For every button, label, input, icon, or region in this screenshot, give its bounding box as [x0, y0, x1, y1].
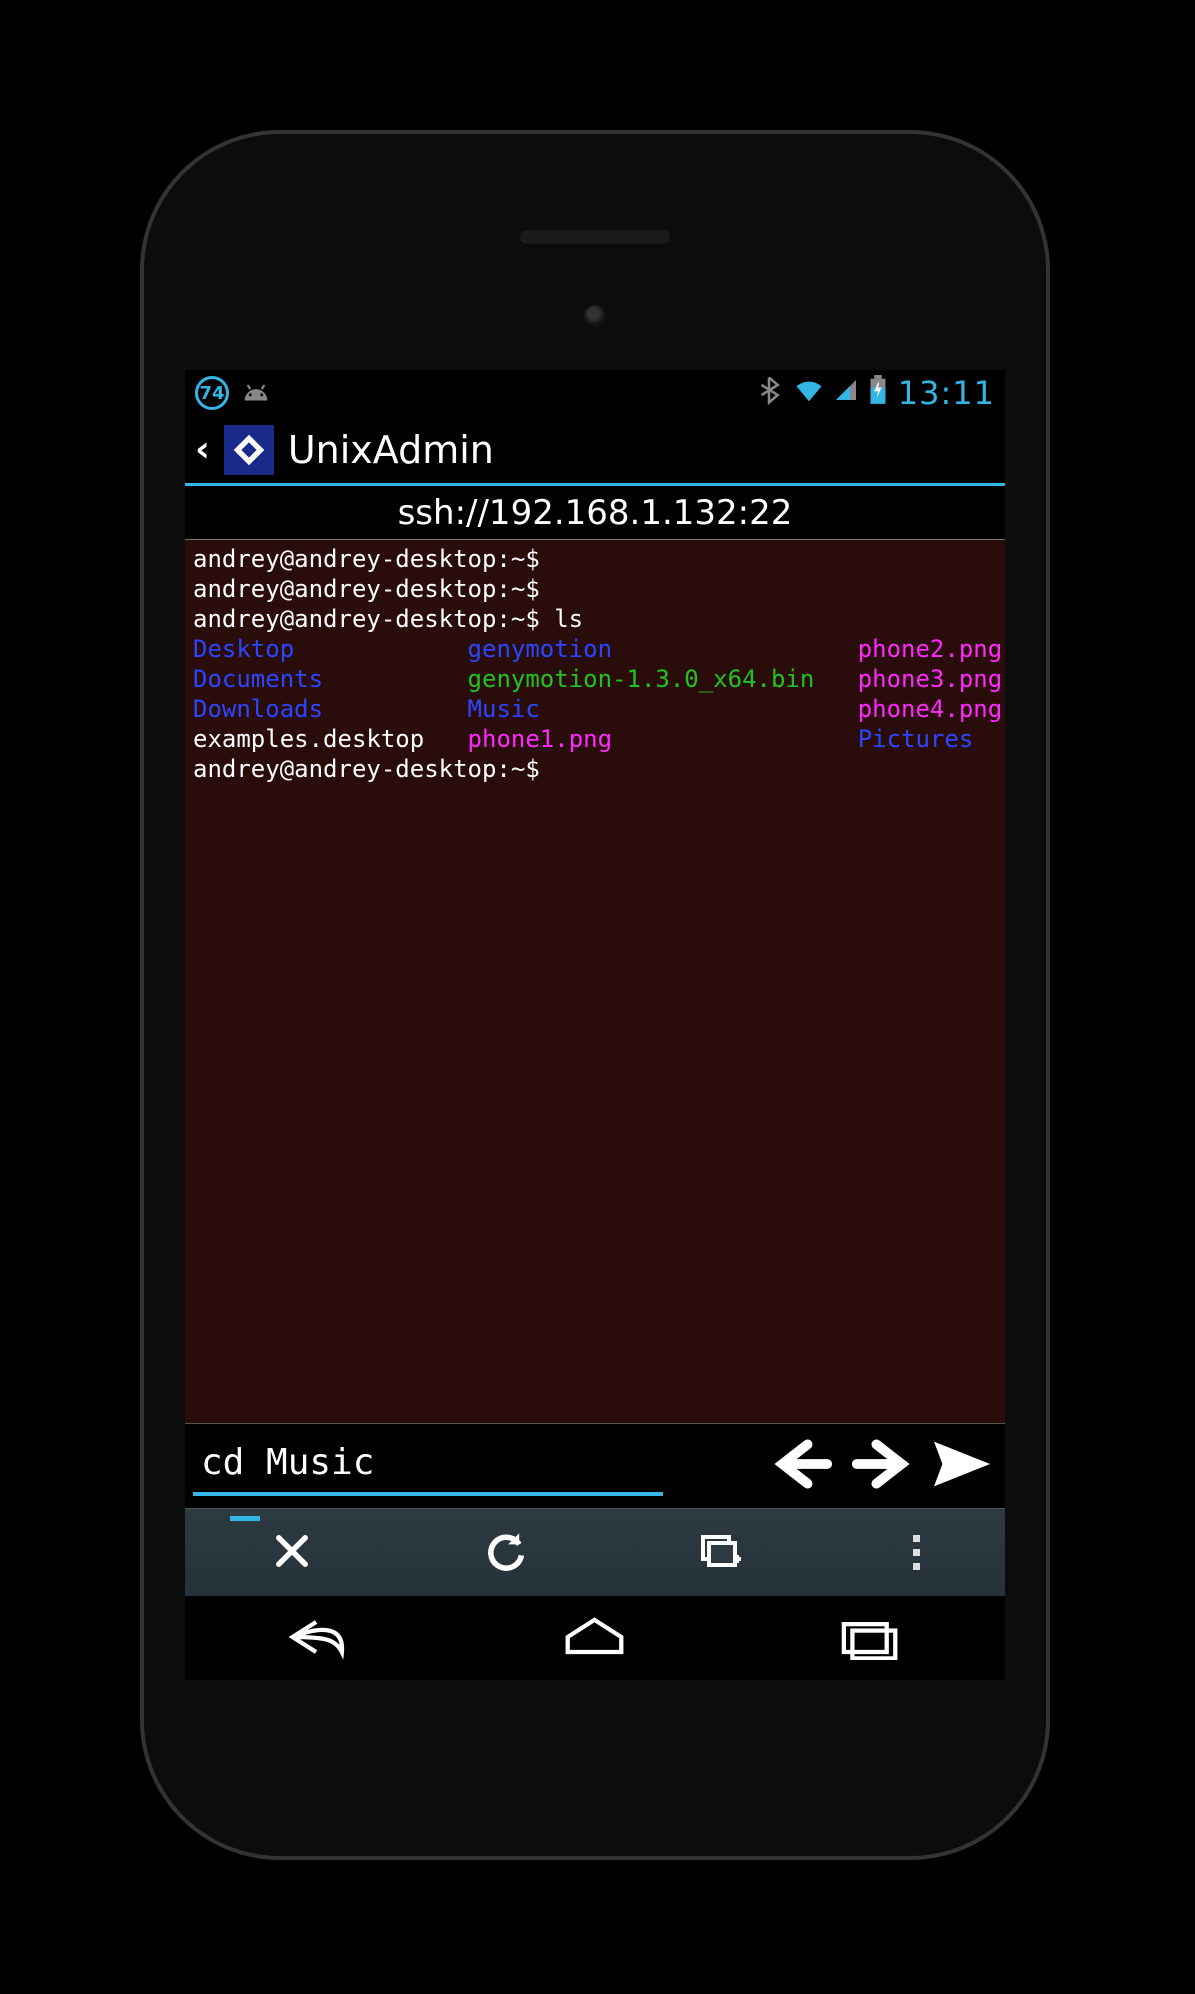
history-next-button[interactable] — [847, 1436, 917, 1496]
screen: 74 13:11 — [185, 370, 1005, 1680]
close-button[interactable] — [270, 1529, 314, 1577]
toolbar-indicator — [230, 1516, 260, 1521]
bluetooth-icon — [754, 375, 784, 412]
back-chevron-icon[interactable]: ‹ — [195, 432, 210, 468]
phone-frame: 74 13:11 — [140, 130, 1050, 1860]
nav-back-button[interactable] — [284, 1614, 359, 1664]
connection-url: ssh://192.168.1.132:22 — [398, 493, 793, 533]
battery-level-badge-icon: 74 — [195, 376, 229, 410]
title-bar[interactable]: ‹ UnixAdmin — [185, 416, 1005, 486]
connection-url-bar[interactable]: ssh://192.168.1.132:22 — [185, 486, 1005, 540]
refresh-button[interactable] — [484, 1529, 528, 1577]
command-row — [185, 1424, 1005, 1508]
battery-charging-icon — [868, 375, 888, 412]
app-title: UnixAdmin — [288, 428, 494, 472]
history-prev-button[interactable] — [767, 1436, 837, 1496]
overflow-menu-button[interactable] — [913, 1535, 920, 1570]
cell-signal-icon — [834, 375, 858, 412]
phone-speaker — [520, 230, 670, 244]
nav-recent-button[interactable] — [831, 1614, 906, 1664]
app-logo-icon — [224, 425, 274, 475]
android-icon — [239, 377, 273, 410]
phone-camera — [584, 305, 606, 327]
command-input[interactable] — [193, 1436, 663, 1496]
status-bar: 74 13:11 — [185, 370, 1005, 416]
system-nav-bar — [185, 1598, 1005, 1680]
terminal-output[interactable]: andrey@andrey-desktop:~$ andrey@andrey-d… — [185, 540, 1005, 1424]
toolbar — [185, 1508, 1005, 1596]
new-session-button[interactable] — [699, 1529, 743, 1577]
battery-level-text: 74 — [199, 383, 224, 404]
nav-home-button[interactable] — [557, 1614, 632, 1664]
status-clock: 13:11 — [898, 374, 995, 412]
wifi-icon — [794, 375, 824, 412]
send-button[interactable] — [927, 1436, 997, 1496]
